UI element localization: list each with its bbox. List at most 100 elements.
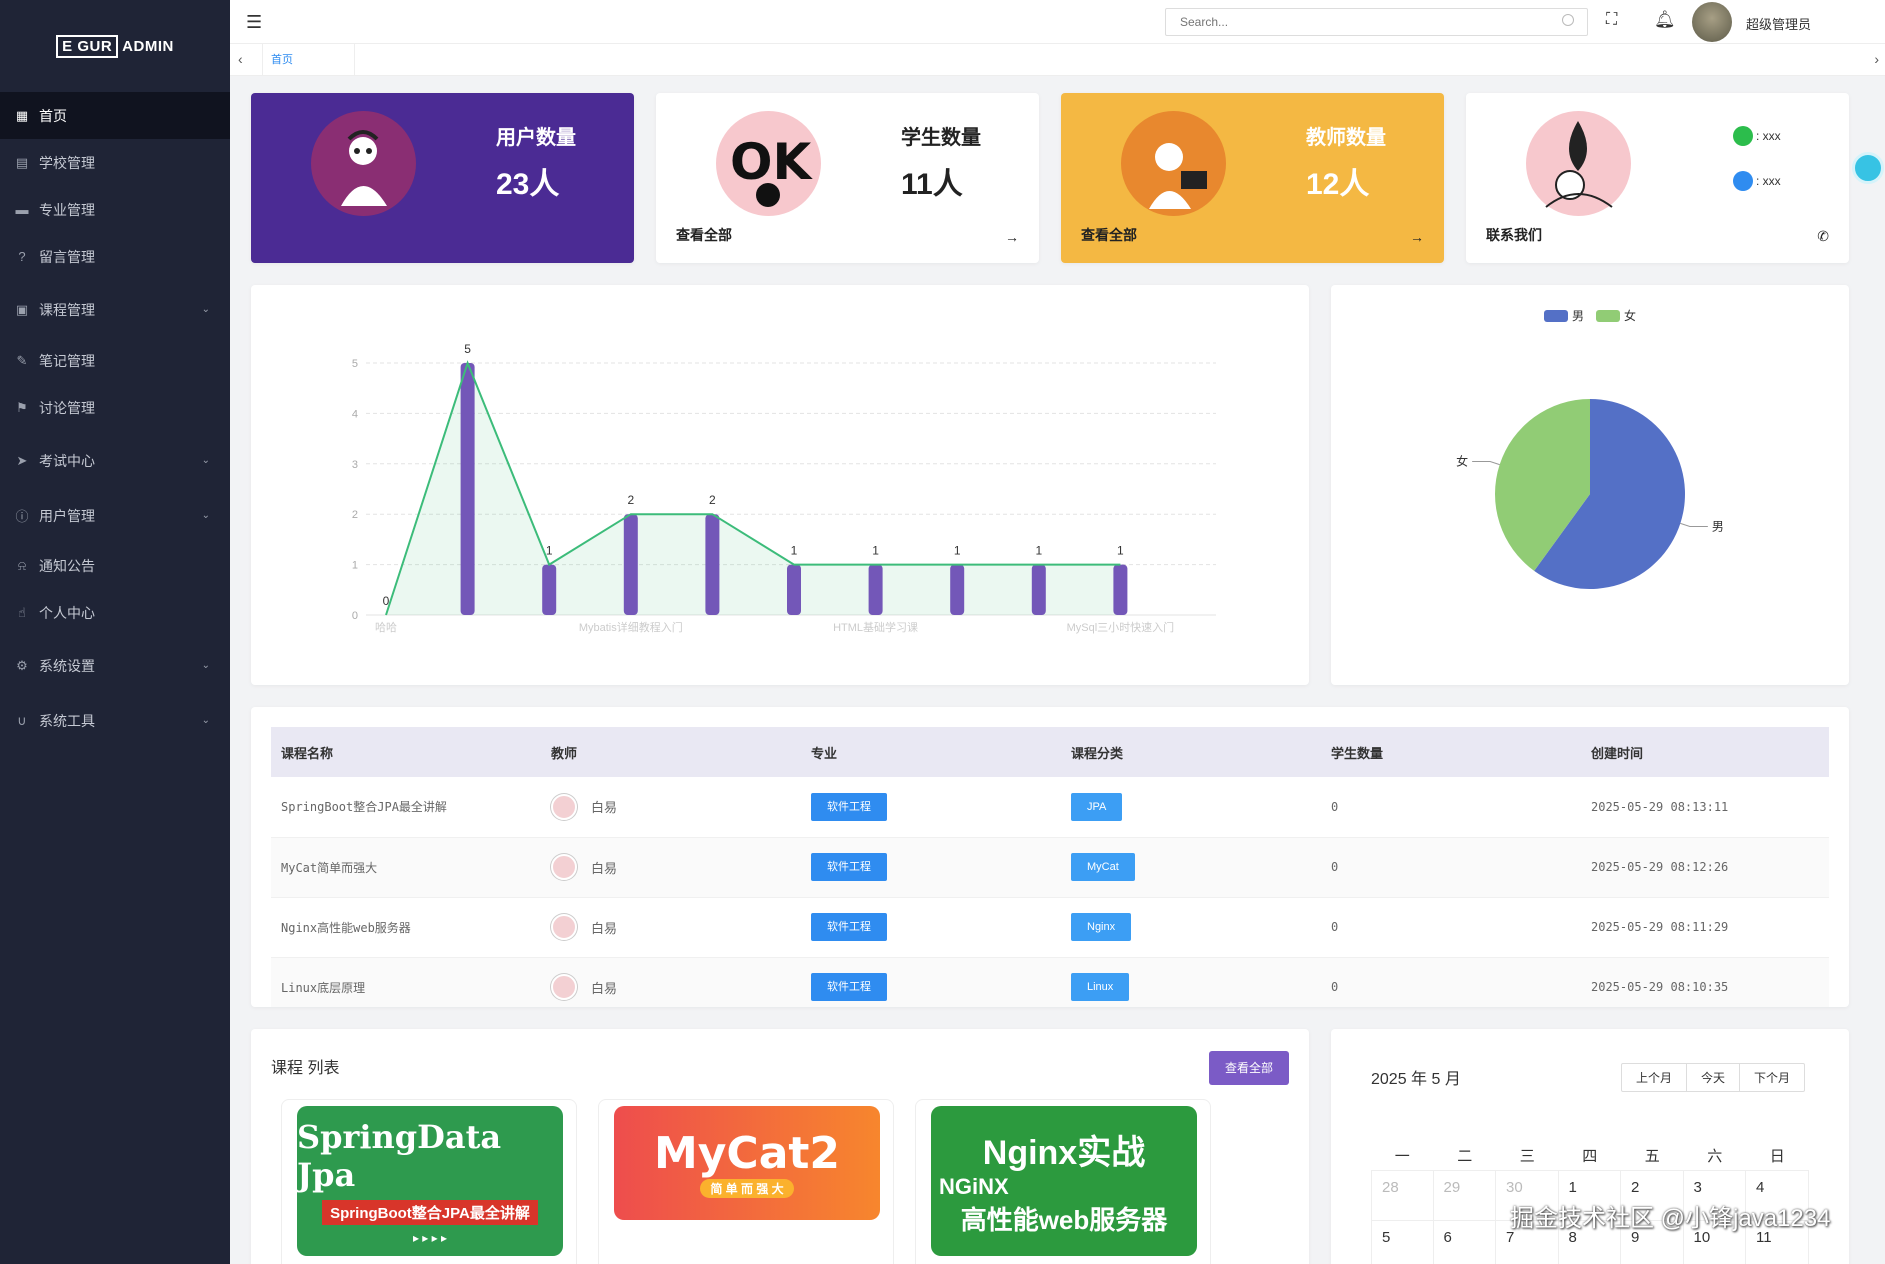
header-created: 创建时间 xyxy=(1581,727,1829,777)
sidebar-item-label: 专业管理 xyxy=(39,201,95,218)
floating-helper-icon[interactable] xyxy=(1852,152,1884,184)
chevron-down-icon[interactable]: ⌄ xyxy=(202,510,210,521)
sidebar-item-0[interactable]: ▦ 首页 xyxy=(0,92,230,139)
sidebar-item-2[interactable]: ▬ 专业管理 xyxy=(0,186,230,233)
hamburger-menu-icon[interactable]: ☰ xyxy=(246,12,262,33)
building-icon: ▤ xyxy=(15,154,29,170)
course-card-jpa[interactable]: SpringData Jpa SpringBoot整合JPA最全讲解 ▸ ▸ ▸… xyxy=(281,1099,577,1264)
chevron-down-icon[interactable]: ⌄ xyxy=(202,304,210,315)
legend-swatch xyxy=(1596,310,1620,322)
course-card-mycat[interactable]: MyCat2 简 单 而 强 大 xyxy=(598,1099,894,1264)
line-area-fill xyxy=(386,363,1121,615)
tab-scroll-left-icon[interactable]: ‹ xyxy=(238,51,243,67)
search-input[interactable] xyxy=(1165,8,1588,36)
sidebar-item-5[interactable]: ✎ 笔记管理 xyxy=(0,337,230,384)
tab-home[interactable]: 首页 xyxy=(262,44,355,76)
course-table-card: 课程名称 教师 专业 课程分类 学生数量 创建时间 SpringBoot整合JP… xyxy=(251,707,1849,1007)
y-tick-label: 5 xyxy=(352,358,358,370)
svg-text:OK: OK xyxy=(730,133,814,191)
category-tag: MyCat xyxy=(1071,853,1135,881)
data-label: 2 xyxy=(627,493,634,507)
chevron-down-icon[interactable]: ⌄ xyxy=(202,715,210,726)
next-month-button[interactable]: 下个月 xyxy=(1740,1064,1804,1091)
sidebar-item-9[interactable]: ⍾ 通知公告 xyxy=(0,542,230,589)
course-cover[interactable]: SpringData Jpa SpringBoot整合JPA最全讲解 ▸ ▸ ▸… xyxy=(297,1106,563,1256)
course-cover-title: MyCat2 xyxy=(653,1128,841,1179)
flag-icon: ⚑ xyxy=(16,399,28,415)
cell-created: 2025-05-29 08:10:35 xyxy=(1581,957,1829,1007)
calendar-day[interactable]: 5 xyxy=(1371,1221,1434,1264)
username[interactable]: 超级管理员 xyxy=(1746,14,1811,33)
sidebar-item-label: 系统工具 xyxy=(39,712,95,729)
wechat-contact: : xxx xyxy=(1733,126,1781,146)
data-label: 1 xyxy=(1117,544,1124,558)
sidebar-item-8[interactable]: ⓘ 用户管理 ⌄ xyxy=(0,492,230,539)
stat-title: 用户数量 xyxy=(496,127,576,149)
fullscreen-icon[interactable]: ⛶ xyxy=(1606,12,1622,28)
view-all-courses-button[interactable]: 查看全部 xyxy=(1208,1051,1289,1085)
question-icon: ? xyxy=(18,249,26,264)
chevron-down-icon[interactable]: ⌄ xyxy=(202,660,210,671)
view-all-teachers-link[interactable]: 查看全部 xyxy=(1081,225,1137,245)
calendar-weekday: 三 xyxy=(1496,1129,1559,1171)
course-cover[interactable]: MyCat2 简 单 而 强 大 xyxy=(614,1106,880,1220)
sidebar-item-10[interactable]: ☝ 个人中心 xyxy=(0,589,230,636)
gender-pie-chart: 男女男女 xyxy=(1456,308,1724,589)
category-tag: Linux xyxy=(1071,973,1130,1001)
cell-created: 2025-05-29 08:12:26 xyxy=(1581,837,1829,898)
teacher-avatar xyxy=(551,974,577,1000)
course-table-body: SpringBoot整合JPA最全讲解 白易 软件工程 JPA 0 2025-05-29 … xyxy=(271,777,1829,1007)
logo[interactable]: E GUR ADMIN xyxy=(56,34,174,58)
sidebar-item-11[interactable]: ⚙ 系统设置 ⌄ xyxy=(0,642,230,689)
avatar[interactable] xyxy=(1692,2,1732,42)
stat-card-teachers: 教师数量 12人 查看全部 → xyxy=(1061,93,1444,263)
arrow-right-icon[interactable]: → xyxy=(1005,229,1019,245)
stat-value: 11人 xyxy=(901,168,963,201)
course-cover-subtitle: 高性能web服务器 xyxy=(960,1205,1168,1235)
view-all-students-link[interactable]: 查看全部 xyxy=(676,225,732,245)
table-row[interactable]: SpringBoot整合JPA最全讲解 白易 软件工程 JPA 0 2025-05-29 … xyxy=(271,777,1829,838)
monitor-icon: ▬ xyxy=(15,202,29,217)
phone-icon[interactable]: ✆ xyxy=(1817,228,1829,245)
search-icon[interactable] xyxy=(1562,14,1574,26)
sidebar-item-7[interactable]: ➤ 考试中心 ⌄ xyxy=(0,437,230,484)
sidebar-item-4[interactable]: ▣ 课程管理 ⌄ xyxy=(0,286,230,333)
bar xyxy=(787,564,801,615)
notification-bell-icon[interactable]: 🔔︎ xyxy=(1654,10,1676,30)
bar xyxy=(1031,564,1046,615)
bar xyxy=(542,564,557,615)
course-cover[interactable]: Nginx实战 NGiNX 高性能web服务器 xyxy=(931,1106,1197,1256)
arrow-right-icon[interactable]: → xyxy=(1410,229,1424,245)
logo-box-text: E GUR xyxy=(56,34,119,58)
user-illustration-icon xyxy=(311,111,416,216)
teacher-avatar xyxy=(551,793,577,820)
sidebar-item-6[interactable]: ⚑ 讨论管理 xyxy=(0,384,230,431)
table-row[interactable]: MyCat简单而强大 白易 软件工程 MyCat 0 2025-05-29 08:12:2… xyxy=(271,837,1829,898)
sidebar-item-label: 课程管理 xyxy=(39,301,95,318)
calendar-day[interactable]: 28 xyxy=(1371,1171,1434,1221)
bar xyxy=(1113,564,1128,615)
teacher-avatar xyxy=(551,914,577,940)
sidebar-item-12[interactable]: ∪ 系统工具 ⌄ xyxy=(0,697,230,744)
pie-label: 男 xyxy=(1712,519,1724,533)
table-row[interactable]: Linux底层原理 白易 软件工程 Linux 0 2025-05-29 08:10:35 xyxy=(271,957,1829,1007)
contact-us-link[interactable]: 联系我们 xyxy=(1486,225,1542,245)
tab-scroll-right-icon[interactable]: › xyxy=(1874,51,1879,67)
sidebar-item-1[interactable]: ▤ 学校管理 xyxy=(0,139,230,186)
calendar-day[interactable]: 6 xyxy=(1434,1221,1496,1264)
data-label: 1 xyxy=(1035,544,1042,558)
logo-area: E GUR ADMIN xyxy=(0,0,230,92)
today-button[interactable]: 今天 xyxy=(1687,1064,1741,1091)
course-card-nginx[interactable]: Nginx实战 NGiNX 高性能web服务器 xyxy=(915,1099,1211,1264)
calendar-day[interactable]: 29 xyxy=(1433,1171,1496,1221)
x-tick-label: MySql三小时快速入门 xyxy=(1067,620,1175,634)
ok-illustration-icon: OK xyxy=(716,111,821,216)
major-tag: 软件工程 xyxy=(811,973,887,1001)
teacher-info: 白易 xyxy=(551,854,801,880)
sidebar-item-3[interactable]: ? 留言管理 xyxy=(0,233,230,280)
table-row[interactable]: Nginx高性能web服务器 白易 软件工程 Nginx 0 2025-05-29 08:… xyxy=(271,897,1829,958)
prev-month-button[interactable]: 上个月 xyxy=(1622,1064,1688,1091)
cell-course-name: MyCat简单而强大 xyxy=(271,837,541,898)
teacher-name: 白易 xyxy=(591,860,618,876)
chevron-down-icon[interactable]: ⌄ xyxy=(202,455,210,466)
